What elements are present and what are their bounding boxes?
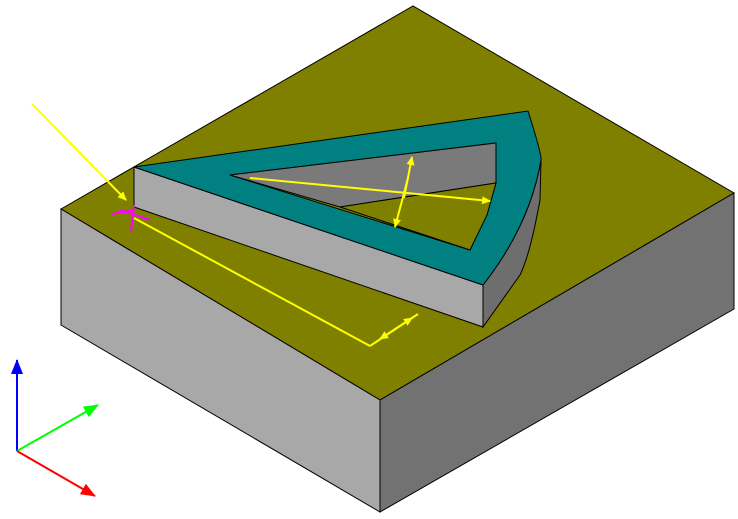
model-canvas[interactable] <box>0 0 738 519</box>
axis-triad <box>11 359 99 497</box>
guide-diagonal-line <box>31 103 127 201</box>
model-viewport[interactable] <box>0 0 738 519</box>
x-axis-icon <box>16 450 96 497</box>
y-axis-icon <box>16 404 99 452</box>
